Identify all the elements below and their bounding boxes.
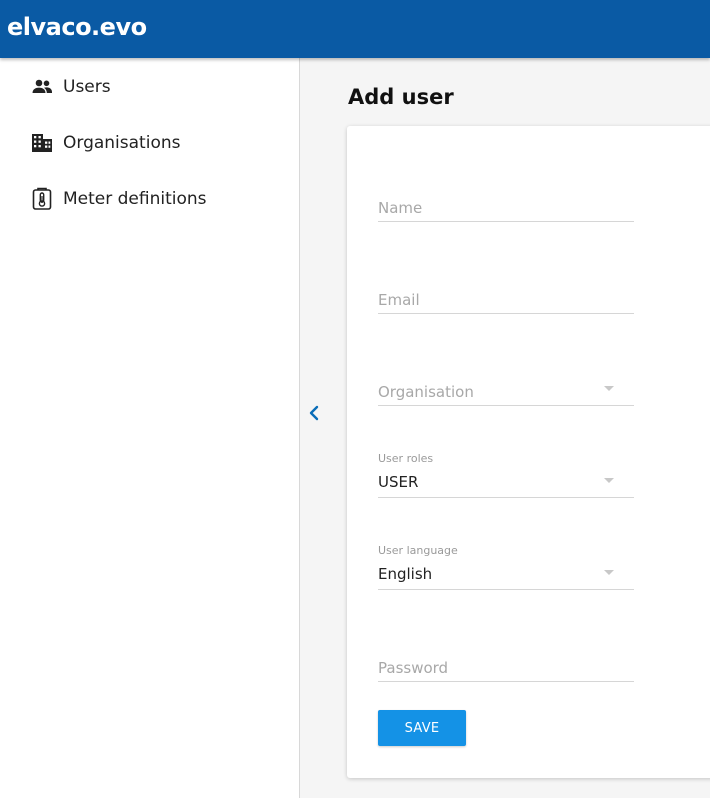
chevron-left-icon	[309, 405, 319, 421]
sidebar: Users Organisations Meter definitions	[0, 58, 300, 798]
email-field[interactable]: Email	[378, 282, 634, 316]
brand-logo[interactable]: elvaco.evo	[7, 13, 147, 41]
password-field[interactable]: Password	[378, 650, 634, 684]
sidebar-item-organisations[interactable]: Organisations	[30, 128, 290, 158]
meter-definition-icon	[30, 187, 54, 211]
sidebar-item-label: Organisations	[63, 133, 181, 153]
top-bar: elvaco.evo	[0, 0, 710, 58]
sidebar-item-label: Users	[63, 77, 111, 97]
page-title: Add user	[348, 85, 454, 109]
name-field[interactable]: Name	[378, 190, 634, 224]
chevron-down-icon	[604, 478, 614, 483]
name-placeholder: Name	[378, 199, 423, 217]
sidebar-item-label: Meter definitions	[63, 189, 207, 209]
organisation-underline	[378, 405, 634, 406]
chevron-down-icon	[604, 386, 614, 391]
user-language-label: User language	[378, 544, 458, 557]
sidebar-item-meter-definitions[interactable]: Meter definitions	[30, 184, 290, 214]
email-placeholder: Email	[378, 291, 420, 309]
user-language-select[interactable]: User language English	[378, 544, 634, 592]
user-language-underline	[378, 589, 634, 590]
password-underline	[378, 681, 634, 682]
user-roles-underline	[378, 497, 634, 498]
user-language-value: English	[378, 565, 433, 583]
building-icon	[30, 131, 54, 155]
organisation-select[interactable]: Organisation	[378, 374, 634, 408]
chevron-down-icon	[604, 570, 614, 575]
user-roles-select[interactable]: User roles USER	[378, 452, 634, 500]
users-icon	[30, 75, 54, 99]
save-button[interactable]: SAVE	[378, 710, 466, 746]
organisation-placeholder: Organisation	[378, 383, 474, 401]
user-roles-label: User roles	[378, 452, 434, 465]
name-underline	[378, 221, 634, 222]
password-placeholder: Password	[378, 659, 449, 677]
sidebar-item-users[interactable]: Users	[30, 72, 290, 102]
email-underline	[378, 313, 634, 314]
sidebar-collapse-button[interactable]	[305, 402, 323, 424]
user-roles-value: USER	[378, 473, 419, 491]
